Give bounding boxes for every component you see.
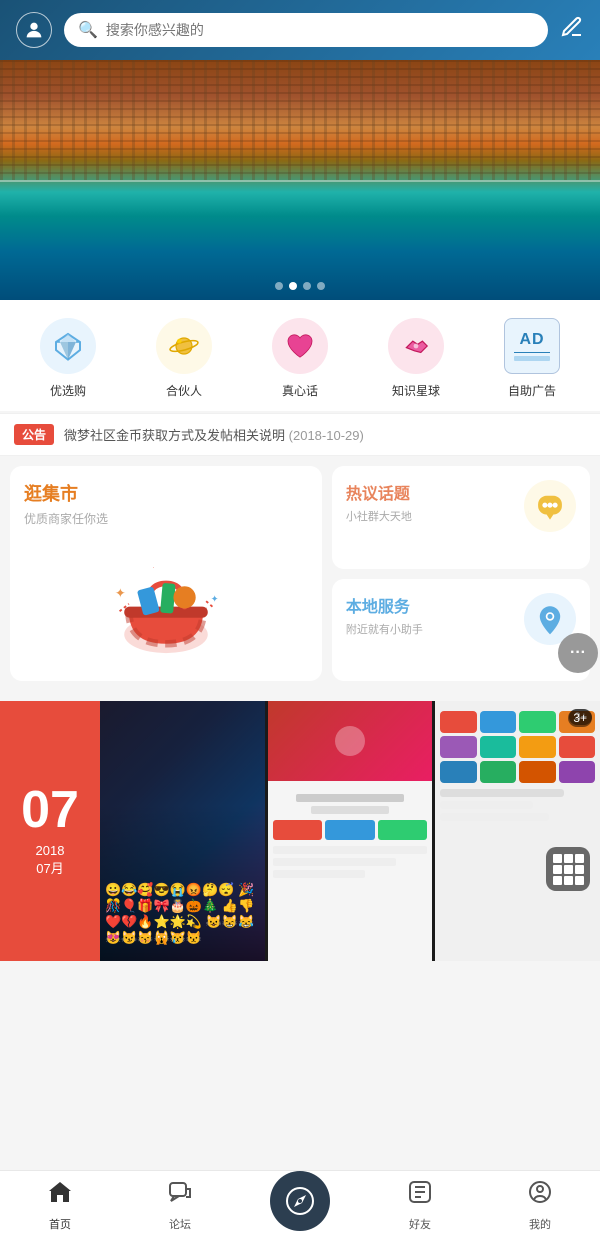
feed-day: 07 — [21, 784, 79, 836]
quick-label-zhishixingqiu: 知识星球 — [392, 382, 440, 399]
banner-dots — [275, 282, 325, 290]
feed-thumbnails: 😀😂🥰😎😭😡🤔😴 🎉🎊🎈🎁🎀🎂🎃🎄 👍👎❤️💔🔥⭐🌟💫 😺😸😹😻😼😽🙀😿😾 — [100, 701, 600, 961]
dot-3 — [303, 282, 311, 290]
more-button[interactable]: ··· — [558, 633, 598, 673]
feed-count-badge: 3+ — [569, 709, 592, 725]
card-local-service-subtitle: 附近就有小助手 — [346, 621, 524, 637]
feed-thumb-2[interactable] — [268, 701, 433, 961]
svg-text:✦: ✦ — [115, 585, 126, 600]
dot-1 — [275, 282, 283, 290]
quick-label-huoban: 合伙人 — [166, 382, 202, 399]
nav-friends-label: 好友 — [409, 1216, 431, 1232]
dot-2 — [289, 282, 297, 290]
edit-icon[interactable] — [560, 15, 584, 45]
card-local-service-title: 本地服务 — [346, 593, 524, 617]
quick-item-zhenxinhua[interactable]: 真心话 — [272, 318, 328, 399]
search-bar[interactable]: 🔍 — [64, 13, 548, 47]
emoji-row: 😀😂🥰😎😭😡🤔😴 🎉🎊🎈🎁🎀🎂🎃🎄 👍👎❤️💔🔥⭐🌟💫 😺😸😹😻😼😽🙀😿😾 — [105, 882, 260, 946]
feature-cards: 逛集市 优质商家任你选 — [0, 456, 600, 691]
card-hot-topic-text: 热议话题 小社群大天地 — [346, 480, 524, 524]
home-icon — [47, 1179, 73, 1212]
mine-icon — [527, 1179, 553, 1212]
ad-icon: AD — [504, 318, 560, 374]
card-hot-topic-subtitle: 小社群大天地 — [346, 508, 524, 524]
card-local-service-text: 本地服务 附近就有小助手 — [346, 593, 524, 637]
feed-thumb-3[interactable]: 3+ — [435, 701, 600, 961]
nav-forum-label: 论坛 — [169, 1216, 191, 1232]
planet-icon — [156, 318, 212, 374]
avatar-icon[interactable] — [16, 12, 52, 48]
diamond-icon — [40, 318, 96, 374]
quick-nav: 优选购 合伙人 真心话 — [0, 300, 600, 411]
profile-header-bg — [268, 701, 433, 781]
quick-label-youxuangou: 优选购 — [50, 382, 86, 399]
grid-view-button[interactable] — [546, 847, 590, 891]
app-grid-preview — [435, 701, 600, 961]
svg-text:✦: ✦ — [211, 594, 219, 604]
quick-label-zhenxinhua: 真心话 — [282, 382, 318, 399]
quick-item-huoban[interactable]: 合伙人 — [156, 318, 212, 399]
feed-header: 07 2018 07月 😀😂🥰😎😭😡🤔😴 🎉🎊🎈🎁🎀🎂🎃🎄 👍👎❤️💔🔥⭐🌟💫 … — [0, 701, 600, 961]
quick-label-zizhuguanggao: 自助广告 — [508, 382, 556, 399]
header: 🔍 — [0, 0, 600, 60]
nav-mine[interactable]: 我的 — [480, 1179, 600, 1232]
chat-bubble-icon — [524, 480, 576, 532]
quick-item-zhishixingqiu[interactable]: 知识星球 — [388, 318, 444, 399]
profile-preview — [268, 701, 433, 961]
card-right-column: 热议话题 小社群大天地 本地服务 附近就有小助手 — [332, 466, 590, 681]
card-market-title: 逛集市 — [24, 480, 308, 506]
nav-home-label: 首页 — [49, 1216, 71, 1232]
announcement-bar[interactable]: 公告 微梦社区金币获取方式及发帖相关说明 (2018-10-29) — [0, 413, 600, 456]
profile-body — [268, 781, 433, 961]
dot-4 — [317, 282, 325, 290]
handshake-icon — [388, 318, 444, 374]
search-icon: 🔍 — [78, 20, 98, 40]
forum-icon — [167, 1179, 193, 1212]
heart-icon — [272, 318, 328, 374]
card-local-service[interactable]: 本地服务 附近就有小助手 ··· — [332, 579, 590, 682]
nav-forum[interactable]: 论坛 — [120, 1179, 240, 1232]
market-illustration: ✦ ✦ · — [24, 537, 308, 667]
banner[interactable] — [0, 60, 600, 300]
bottom-nav: 首页 论坛 好友 — [0, 1170, 600, 1240]
announcement-badge: 公告 — [14, 424, 54, 445]
announcement-text: 微梦社区金币获取方式及发帖相关说明 (2018-10-29) — [64, 425, 586, 444]
card-market[interactable]: 逛集市 优质商家任你选 — [10, 466, 322, 681]
feed-section: 07 2018 07月 😀😂🥰😎😭😡🤔😴 🎉🎊🎈🎁🎀🎂🎃🎄 👍👎❤️💔🔥⭐🌟💫 … — [0, 701, 600, 961]
card-hot-topic[interactable]: 热议话题 小社群大天地 — [332, 466, 590, 569]
quick-item-youxuangou[interactable]: 优选购 — [40, 318, 96, 399]
friends-icon — [407, 1179, 433, 1212]
search-input[interactable] — [106, 22, 534, 38]
nav-home[interactable]: 首页 — [0, 1179, 120, 1232]
feed-year-month: 2018 07月 — [36, 842, 65, 878]
svg-text:·: · — [152, 563, 154, 572]
card-hot-topic-title: 热议话题 — [346, 480, 524, 504]
nav-explore[interactable] — [240, 1171, 360, 1240]
explore-button[interactable] — [270, 1171, 330, 1231]
quick-item-zizhuguanggao[interactable]: AD 自助广告 — [504, 318, 560, 399]
grid-icon — [553, 854, 584, 885]
card-market-subtitle: 优质商家任你选 — [24, 510, 308, 527]
feed-date: 07 2018 07月 — [0, 701, 100, 961]
banner-image — [0, 60, 600, 300]
nav-mine-label: 我的 — [529, 1216, 551, 1232]
nav-friends[interactable]: 好友 — [360, 1179, 480, 1232]
feed-thumb-1[interactable]: 😀😂🥰😎😭😡🤔😴 🎉🎊🎈🎁🎀🎂🎃🎄 👍👎❤️💔🔥⭐🌟💫 😺😸😹😻😼😽🙀😿😾 — [100, 701, 265, 961]
